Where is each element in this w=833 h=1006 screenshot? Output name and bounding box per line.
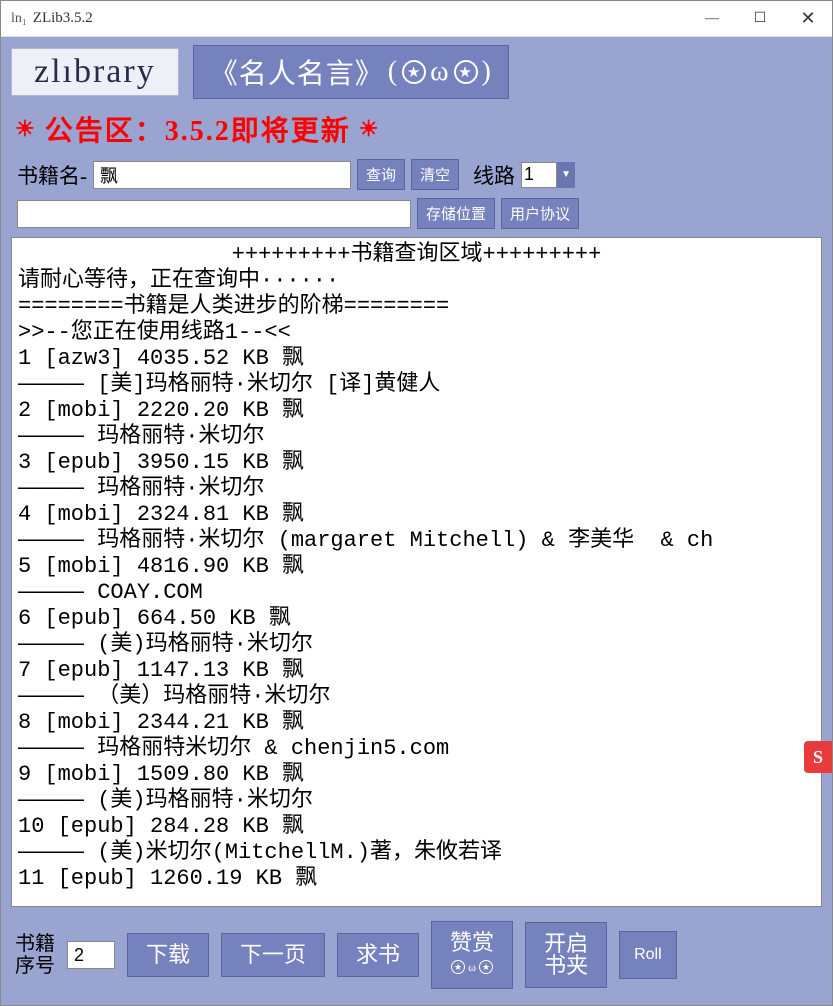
clear-button[interactable]: 清空 [411, 159, 459, 190]
result-line: 6 [epub] 664.50 KB 飘 [18, 606, 815, 632]
serial-label: 书籍 序号 [15, 933, 55, 977]
result-line: ————— （美）玛格丽特·米切尔 [18, 684, 815, 710]
result-line: ————— 玛格丽特米切尔 & chenjin5.com [18, 736, 815, 762]
result-line: ————— (美)米切尔(MitchellM.)著，朱攸若译 [18, 840, 815, 866]
book-name-label: 书籍名- [17, 160, 87, 190]
result-line: 请耐心等待，正在查询中······ [18, 268, 815, 294]
download-button[interactable]: 下载 [127, 933, 209, 977]
results-header: +++++++++书籍查询区域+++++++++ [18, 242, 815, 268]
notice-text: 公告区：3.5.2即将更新 [45, 109, 351, 149]
user-agreement-button[interactable]: 用户协议 [501, 198, 579, 229]
query-button[interactable]: 查询 [357, 159, 405, 190]
result-line: 1 [azw3] 4035.52 KB 飘 [18, 346, 815, 372]
praise-button[interactable]: 赞赏 ★ ω ★ [431, 921, 513, 989]
result-line: ————— (美)玛格丽特·米切尔 [18, 632, 815, 658]
result-line: 3 [epub] 3950.15 KB 飘 [18, 450, 815, 476]
spark-icon: ☀ [359, 116, 381, 142]
result-line: ————— 玛格丽特·米切尔 [18, 424, 815, 450]
save-location-button[interactable]: 存储位置 [417, 198, 495, 229]
search-input[interactable] [93, 161, 351, 189]
result-line: ————— [美]玛格丽特·米切尔 [译]黄健人 [18, 372, 815, 398]
star-icon: ★ [454, 60, 478, 84]
spark-icon: ☀ [15, 116, 37, 142]
result-line: ————— (美)玛格丽特·米切尔 [18, 788, 815, 814]
quote-banner: 《名人名言》 ( ★ ω ★ ) [193, 45, 509, 99]
roll-button[interactable]: Roll [619, 931, 677, 979]
open-folder-button[interactable]: 开启 书夹 [525, 922, 607, 988]
quote-text: 《名人名言》 [210, 52, 384, 92]
titlebar: ln₁ ZLib3.5.2 — ☐ ✕ [1, 1, 832, 37]
result-line: 4 [mobi] 2324.81 KB 飘 [18, 502, 815, 528]
notice-bar: ☀ 公告区：3.5.2即将更新 ☀ [11, 107, 822, 151]
chevron-down-icon[interactable]: ▼ [557, 162, 575, 188]
window-title: ZLib3.5.2 [33, 10, 93, 27]
result-line: ————— COAY.COM [18, 580, 815, 606]
result-line: 8 [mobi] 2344.21 KB 飘 [18, 710, 815, 736]
next-page-button[interactable]: 下一页 [221, 933, 325, 977]
result-line: 9 [mobi] 1509.80 KB 飘 [18, 762, 815, 788]
app-icon: ln₁ [11, 11, 27, 27]
minimize-button[interactable]: — [688, 1, 736, 37]
logo: zlıbrary [11, 48, 179, 96]
line-select[interactable] [521, 162, 557, 188]
close-button[interactable]: ✕ [784, 1, 832, 37]
star-icon: ★ [402, 60, 426, 84]
maximize-button[interactable]: ☐ [736, 1, 784, 37]
result-line: ========书籍是人类进步的阶梯======== [18, 294, 815, 320]
result-line: >>--您正在使用线路1--<< [18, 320, 815, 346]
result-line: 2 [mobi] 2220.20 KB 飘 [18, 398, 815, 424]
request-book-button[interactable]: 求书 [337, 933, 419, 977]
result-line: 10 [epub] 284.28 KB 飘 [18, 814, 815, 840]
result-line: 7 [epub] 1147.13 KB 飘 [18, 658, 815, 684]
side-badge[interactable]: S [804, 741, 832, 773]
results-area[interactable]: +++++++++书籍查询区域+++++++++请耐心等待，正在查询中·····… [11, 237, 822, 907]
save-path-input[interactable] [17, 200, 411, 228]
result-line: ————— 玛格丽特·米切尔 (margaret Mitchell) & 李美华… [18, 528, 815, 554]
result-line: ————— 玛格丽特·米切尔 [18, 476, 815, 502]
result-line: 5 [mobi] 4816.90 KB 飘 [18, 554, 815, 580]
line-label: 线路 [473, 160, 515, 190]
serial-input[interactable] [67, 941, 115, 969]
result-line: 11 [epub] 1260.19 KB 飘 [18, 866, 815, 892]
